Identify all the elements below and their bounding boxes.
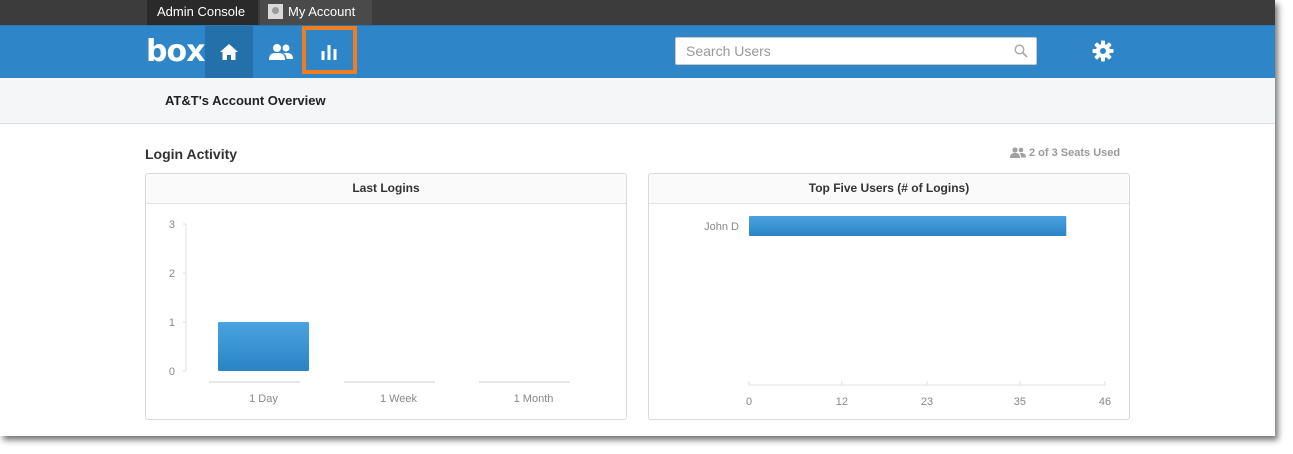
bar (218, 322, 309, 371)
account-subheader: AT&T's Account Overview (0, 78, 1275, 124)
seats-used-text: 2 of 3 Seats Used (1029, 147, 1121, 159)
x-tick-label: 23 (921, 396, 933, 408)
my-account-tab[interactable]: My Account (260, 0, 372, 25)
search-users-box (675, 37, 1037, 65)
top-users-title: Top Five Users (# of Logins) (649, 174, 1129, 204)
x-tick-label: 35 (1014, 396, 1026, 408)
x-tick-label: 0 (746, 396, 752, 408)
last-logins-chart: 0 1 2 3 1 Day 1 Week 1 Month (169, 219, 570, 405)
account-overview-title: AT&T's Account Overview (165, 93, 326, 108)
home-icon (220, 44, 238, 60)
admin-console-window: Admin Console My Account box Search User… (0, 0, 1275, 436)
y-tick-label: 3 (169, 219, 175, 231)
main-nav-bar: box (0, 25, 1275, 78)
nav-users-button[interactable] (257, 26, 305, 78)
x-tick-label: 12 (836, 396, 848, 408)
y-tick-label: 2 (169, 268, 175, 280)
login-activity-heading: Login Activity (145, 146, 238, 162)
x-tick-label: 46 (1099, 396, 1111, 408)
search-icon[interactable] (1014, 44, 1028, 58)
reports-highlight-box (302, 26, 357, 74)
top-bar: Admin Console My Account (0, 0, 1275, 25)
top-users-chart: 0 12 23 35 46 John D (704, 216, 1111, 408)
search-users-input[interactable] (676, 38, 1006, 64)
x-tick-label: 1 Day (249, 393, 278, 405)
avatar-icon (268, 4, 283, 19)
seats-used-indicator: 2 of 3 Seats Used (1010, 147, 1120, 159)
users-icon (269, 44, 293, 60)
gear-icon[interactable] (1092, 40, 1114, 62)
nav-home-button[interactable] (205, 26, 253, 78)
y-tick-label: 1 (169, 317, 175, 329)
admin-console-tab[interactable]: Admin Console (147, 0, 258, 25)
y-tick-label: 0 (169, 366, 175, 378)
box-logo[interactable]: box (146, 34, 205, 69)
x-tick-label: 1 Week (380, 393, 418, 405)
top-users-panel: Top Five Users (# of Logins) 0 12 23 35 46 Jo… (648, 173, 1130, 420)
seats-users-icon (1010, 147, 1026, 158)
last-logins-title: Last Logins (146, 174, 626, 204)
x-tick-label: 1 Month (514, 393, 554, 405)
my-account-label: My Account (288, 4, 356, 19)
y-category-label: John D (704, 221, 739, 233)
bar (749, 216, 1067, 236)
last-logins-panel: Last Logins 0 1 2 3 1 Day 1 Week 1 Month (145, 173, 627, 420)
